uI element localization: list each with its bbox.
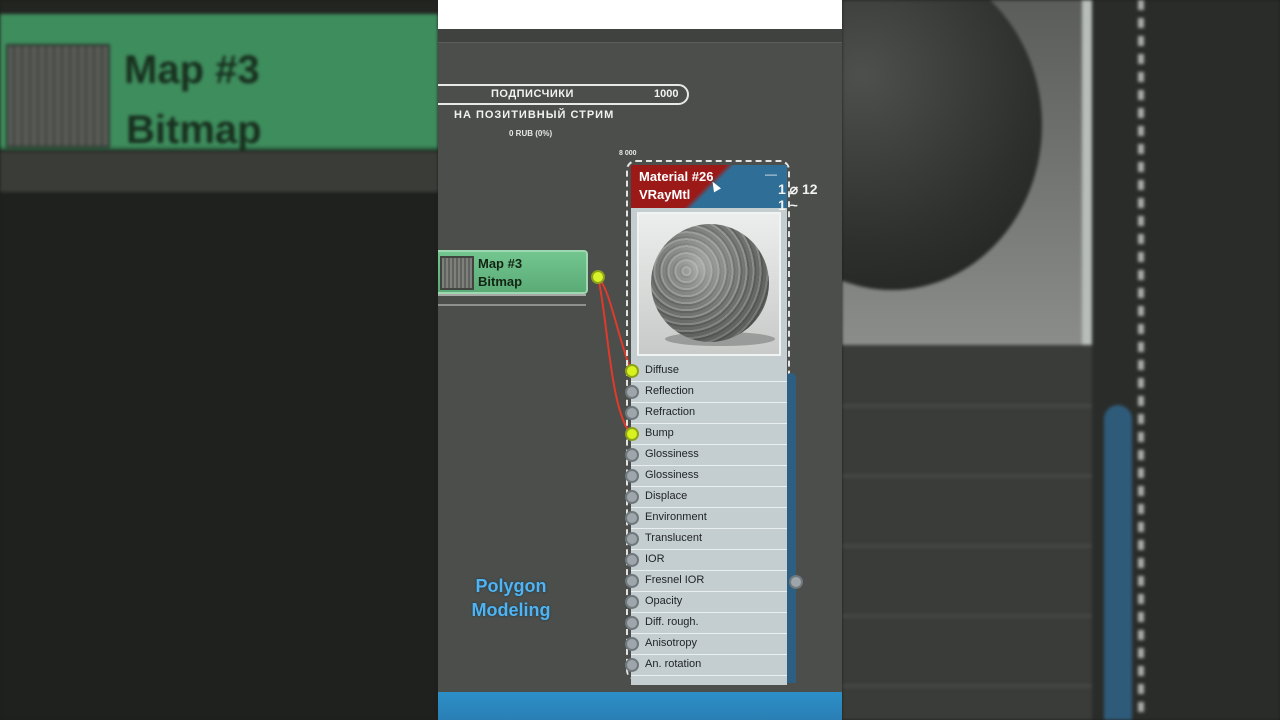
- blurred-row-line: [842, 545, 1092, 547]
- blurred-output-strip: [1104, 405, 1132, 720]
- blurred-row-line: [842, 615, 1092, 617]
- slot-label: Anisotropy: [645, 637, 697, 649]
- material-node[interactable]: Material #26 VRayMtl — Diffuse Reflection…: [625, 165, 787, 685]
- bitmap-output-socket[interactable]: [591, 270, 605, 284]
- material-node-header[interactable]: Material #26 VRayMtl —: [631, 165, 787, 208]
- node-zoom-readout: 1 ⌀ 12 1 ~: [778, 181, 818, 213]
- view-top-toolbar: [438, 29, 842, 43]
- blurred-preview-background: [842, 0, 1082, 345]
- preview-sphere: [651, 224, 769, 342]
- material-slot[interactable]: Anisotropy: [625, 634, 787, 655]
- material-slot[interactable]: Diffuse: [625, 361, 787, 382]
- material-slot[interactable]: Reflection: [625, 382, 787, 403]
- slot-input-socket[interactable]: [625, 490, 639, 504]
- slot-input-socket[interactable]: [625, 469, 639, 483]
- blurred-bitmap-thumbnail: [6, 44, 110, 148]
- slot-label: Displace: [645, 490, 688, 502]
- slot-input-socket[interactable]: [625, 427, 639, 441]
- stream-goal-subtitle: НА ПОЗИТИВНЫЙ СТРИМ: [454, 109, 615, 121]
- slot-input-socket[interactable]: [625, 637, 639, 651]
- blurred-bitmap-name: Map #3: [124, 48, 260, 92]
- material-slot-list: Diffuse Reflection Refraction Bump Glossines…: [625, 361, 787, 676]
- material-slot[interactable]: Bump: [625, 424, 787, 445]
- subscriber-goal-count: 1000: [654, 88, 679, 100]
- blurred-row-line: [842, 405, 1092, 407]
- video-bottom-bar: [438, 692, 842, 720]
- readout-line-1: 1 ⌀ 12: [778, 181, 818, 197]
- slot-label: Fresnel IOR: [645, 574, 705, 586]
- blurred-slot-rows: [842, 345, 1092, 720]
- bitmap-node[interactable]: Map #3 Bitmap: [438, 250, 588, 294]
- blurred-preview-frame: [1082, 0, 1092, 345]
- readout-line-2: 1 ~: [778, 197, 798, 213]
- blurred-dashed-border: [1138, 0, 1144, 720]
- slot-input-socket[interactable]: [625, 511, 639, 525]
- material-slot[interactable]: Glossiness: [625, 445, 787, 466]
- blurred-canvas-area: [0, 192, 438, 720]
- slot-input-socket[interactable]: [625, 532, 639, 546]
- material-node-type: VRayMtl: [639, 187, 691, 202]
- slot-input-socket[interactable]: [625, 364, 639, 378]
- blurred-bitmap-type: Bitmap: [126, 108, 262, 152]
- top-white-bar: [438, 0, 842, 29]
- slot-label: An. rotation: [645, 658, 702, 670]
- blurred-right-background: [842, 0, 1280, 720]
- slot-input-socket[interactable]: [625, 574, 639, 588]
- slot-input-socket[interactable]: [625, 406, 639, 420]
- material-slot[interactable]: Displace: [625, 487, 787, 508]
- mouse-cursor-icon: [709, 179, 721, 193]
- watermark-line-2: Modeling: [471, 600, 551, 620]
- subscriber-goal-label: ПОДПИСЧИКИ: [491, 88, 574, 100]
- bitmap-node-type: Bitmap: [478, 274, 523, 289]
- node-coordinate-tag: 8 000: [619, 150, 637, 157]
- slot-input-socket[interactable]: [625, 658, 639, 672]
- slot-label: Glossiness: [645, 448, 699, 460]
- slot-label: Translucent: [645, 532, 703, 544]
- material-slot[interactable]: Translucent: [625, 529, 787, 550]
- blurred-row-line: [842, 685, 1092, 687]
- blurred-material-sphere: [842, 0, 1042, 290]
- bitmap-node-stack-shadow: [438, 294, 586, 306]
- slot-label: Diff. rough.: [645, 616, 699, 628]
- slot-label: Diffuse: [645, 364, 680, 376]
- blurred-bitmap-node: Map #3 Bitmap: [0, 14, 438, 152]
- slot-label: Glossiness: [645, 469, 699, 481]
- material-slot[interactable]: Diff. rough.: [625, 613, 787, 634]
- bitmap-thumbnail: [440, 256, 474, 290]
- slot-label: Reflection: [645, 385, 694, 397]
- slot-label: Environment: [645, 511, 707, 523]
- material-slot[interactable]: Glossiness: [625, 466, 787, 487]
- material-slot[interactable]: An. rotation: [625, 655, 787, 676]
- video-frame: Map #3 Bitmap ПОДПИСЧИКИ 1000 НА ПОЗИТИВ…: [0, 0, 1280, 720]
- material-node-name: Material #26: [639, 169, 714, 184]
- material-slot[interactable]: Refraction: [625, 403, 787, 424]
- slot-input-socket[interactable]: [625, 448, 639, 462]
- material-slot[interactable]: Environment: [625, 508, 787, 529]
- minimize-button[interactable]: —: [765, 167, 777, 181]
- slot-label: Opacity: [645, 595, 683, 607]
- slot-input-socket[interactable]: [625, 595, 639, 609]
- blurred-row-line: [842, 475, 1092, 477]
- watermark-line-1: Polygon: [475, 576, 547, 596]
- slate-material-editor-view: ПОДПИСЧИКИ 1000 НА ПОЗИТИВНЫЙ СТРИМ 0 RU…: [438, 0, 842, 720]
- slot-label: IOR: [645, 553, 665, 565]
- material-slot[interactable]: Opacity: [625, 592, 787, 613]
- blurred-left-background: Map #3 Bitmap: [0, 0, 438, 720]
- material-output-strip: [786, 373, 796, 683]
- slot-label: Bump: [645, 427, 674, 439]
- material-slot[interactable]: IOR: [625, 550, 787, 571]
- slot-input-socket[interactable]: [625, 616, 639, 630]
- slot-input-socket[interactable]: [625, 385, 639, 399]
- material-preview[interactable]: [637, 212, 781, 356]
- slot-input-socket[interactable]: [625, 553, 639, 567]
- bitmap-node-name: Map #3: [478, 256, 523, 271]
- blurred-divider: [0, 152, 438, 192]
- stream-goal-amount: 0 RUB (0%): [509, 129, 553, 138]
- material-slot[interactable]: Fresnel IOR: [625, 571, 787, 592]
- channel-watermark: Polygon Modeling: [466, 574, 556, 622]
- material-output-socket[interactable]: [789, 575, 803, 589]
- slot-label: Refraction: [645, 406, 696, 418]
